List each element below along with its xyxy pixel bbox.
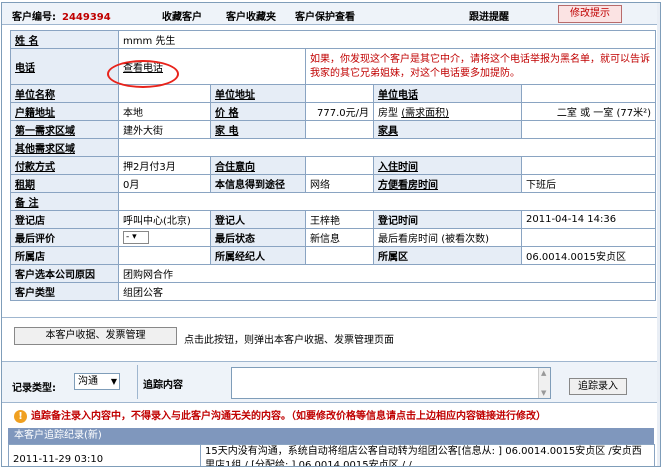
reason-label: 客户选本公司原因 [10, 264, 119, 283]
history-title: 本客户追踪纪录(新) [8, 428, 654, 444]
store-value [118, 246, 211, 265]
move-in-value [521, 156, 656, 175]
remark-value [118, 192, 656, 211]
chevron-down-icon: ▾ [132, 232, 137, 242]
unit-phone-label: 单位电话 [373, 84, 522, 103]
customer-detail-panel: 客户编号: 2449394 收藏客户 客户收藏夹 客户保护查看 跟进提醒 修改提示… [1, 2, 661, 467]
last-view-value [521, 228, 656, 247]
customer-name: mmm 先生 [118, 30, 656, 49]
record-type-label: 记录类型: [12, 383, 56, 394]
favorites-folder-link[interactable]: 客户收藏夹 [226, 8, 276, 23]
unit-address-label: 单位地址 [210, 84, 306, 103]
last-eval-select[interactable]: - ▾ [123, 231, 149, 244]
room-area-link[interactable]: (需求面积) [401, 108, 449, 119]
followup-content-label: 追踪内容 [143, 380, 183, 391]
unit-phone-value [521, 84, 656, 103]
divider [2, 317, 660, 318]
reg-time-value: 2011-04-14 14:36 [521, 210, 656, 229]
scroll-down-icon[interactable]: ▼ [541, 389, 546, 397]
receipt-hint: 点击此按钮，则弹出本客户收据、发票管理页面 [184, 335, 394, 346]
registrar-value: 王梓艳 [305, 210, 374, 229]
record-type-select[interactable]: 沟通 ▼ [74, 373, 120, 390]
appliance-value [305, 120, 374, 139]
history-text: 15天内没有沟通，系统自动将组店公客自动转为组团公客[信息从: ] 06.001… [200, 444, 655, 466]
customer-type-label: 客户类型 [10, 282, 119, 301]
other-area-value [118, 138, 656, 157]
household-label: 户籍地址 [10, 102, 119, 121]
price-value: 777.0元/月 [305, 102, 374, 121]
customer-id-number: 2449394 [62, 12, 111, 23]
viewing-time-value: 下班后 [521, 174, 656, 193]
lease-value: 0月 [118, 174, 211, 193]
modify-notice-button[interactable]: 修改提示 [558, 5, 622, 23]
header-bar: 客户编号: 2449394 收藏客户 客户收藏夹 客户保护查看 跟进提醒 修改提示 [2, 3, 660, 25]
last-eval-label: 最后评价 [10, 228, 119, 247]
reason-value: 团购网合作 [118, 264, 656, 283]
scroll-up-icon[interactable]: ▲ [541, 369, 546, 377]
broker-label: 所属经纪人 [210, 246, 306, 265]
customer-protection-link[interactable]: 客户保护查看 [295, 8, 355, 23]
rent-intent-label[interactable]: 合住意向 [210, 156, 306, 175]
last-status-value: 新信息 [305, 228, 374, 247]
rent-intent-value [305, 156, 374, 175]
area1-label[interactable]: 第一需求区域 [10, 120, 119, 139]
reg-time-label: 登记时间 [373, 210, 522, 229]
remark-label[interactable]: 备 注 [10, 192, 119, 211]
appliance-label[interactable]: 家 电 [210, 120, 306, 139]
registrar-label: 登记人 [210, 210, 306, 229]
unit-address-value [305, 84, 374, 103]
furniture-label[interactable]: 家具 [373, 120, 522, 139]
room-type-value: 二室 或 一室 (77米²) [521, 102, 656, 121]
price-label[interactable]: 价 格 [210, 102, 306, 121]
district-label: 所属区 [373, 246, 522, 265]
history-table: 2011-11-29 03:10 15天内没有沟通，系统自动将组店公客自动转为组… [8, 444, 655, 466]
warning-icon: ! [14, 409, 27, 423]
store-label: 所属店 [10, 246, 119, 265]
broker-value [305, 246, 374, 265]
lease-label[interactable]: 租期 [10, 174, 119, 193]
area1-value: 建外大街 [118, 120, 211, 139]
followup-submit-button[interactable]: 追踪录入 [569, 378, 627, 395]
unit-name-label: 单位名称 [10, 84, 119, 103]
move-in-label[interactable]: 入住时间 [373, 156, 522, 175]
followup-warning: ! 追踪备注录入内容中，不得录入与此客户沟通无关的内容。（如要修改价格等信息请点击… [14, 407, 654, 423]
receipt-invoice-button[interactable]: 本客户收据、发票管理 [14, 327, 177, 345]
reg-store-value: 呼叫中心(北京) [118, 210, 211, 229]
reg-store-label: 登记店 [10, 210, 119, 229]
chevron-down-icon: ▼ [110, 377, 117, 386]
other-area-label[interactable]: 其他需求区域 [10, 138, 119, 157]
page-scrollbar[interactable] [657, 3, 660, 466]
divider [137, 365, 138, 399]
favorite-customer-link[interactable]: 收藏客户 [162, 8, 202, 23]
district-value: 06.0014.0015安贞区 [521, 246, 656, 265]
phone-highlight-circle [107, 60, 179, 88]
household-value: 本地 [118, 102, 211, 121]
followup-reminder-link[interactable]: 跟进提醒 [469, 8, 509, 23]
last-status-label: 最后状态 [210, 228, 306, 247]
phone-label: 电话 [10, 48, 119, 85]
history-date: 2011-11-29 03:10 [8, 444, 201, 466]
payment-label[interactable]: 付款方式 [10, 156, 119, 175]
source-value: 网络 [305, 174, 374, 193]
payment-value: 押2月付3月 [118, 156, 211, 175]
customer-id: 客户编号: 2449394 [12, 12, 111, 23]
table-row: 2011-11-29 03:10 15天内没有沟通，系统自动将组店公客自动转为组… [8, 444, 655, 466]
view-count-label: (被看次数) [441, 234, 489, 245]
viewing-time-label[interactable]: 方便看房时间 [373, 174, 522, 193]
followup-content-textarea[interactable]: ▲ ▼ [231, 367, 551, 399]
customer-type-value: 组团公客 [118, 282, 656, 301]
source-label: 本信息得到途径 [210, 174, 306, 193]
furniture-value [521, 120, 656, 139]
room-type-label[interactable]: 房型 [378, 108, 398, 119]
name-label: 姓 名 [10, 30, 119, 49]
textarea-scrollbar[interactable]: ▲ ▼ [538, 368, 550, 398]
phone-warning: 如果，你发现这个客户是其它中介，请将这个电话举报为黑名单，就可以告诉我家的其它兄… [305, 48, 656, 85]
last-view-label[interactable]: 最后看房时间 [378, 234, 438, 245]
